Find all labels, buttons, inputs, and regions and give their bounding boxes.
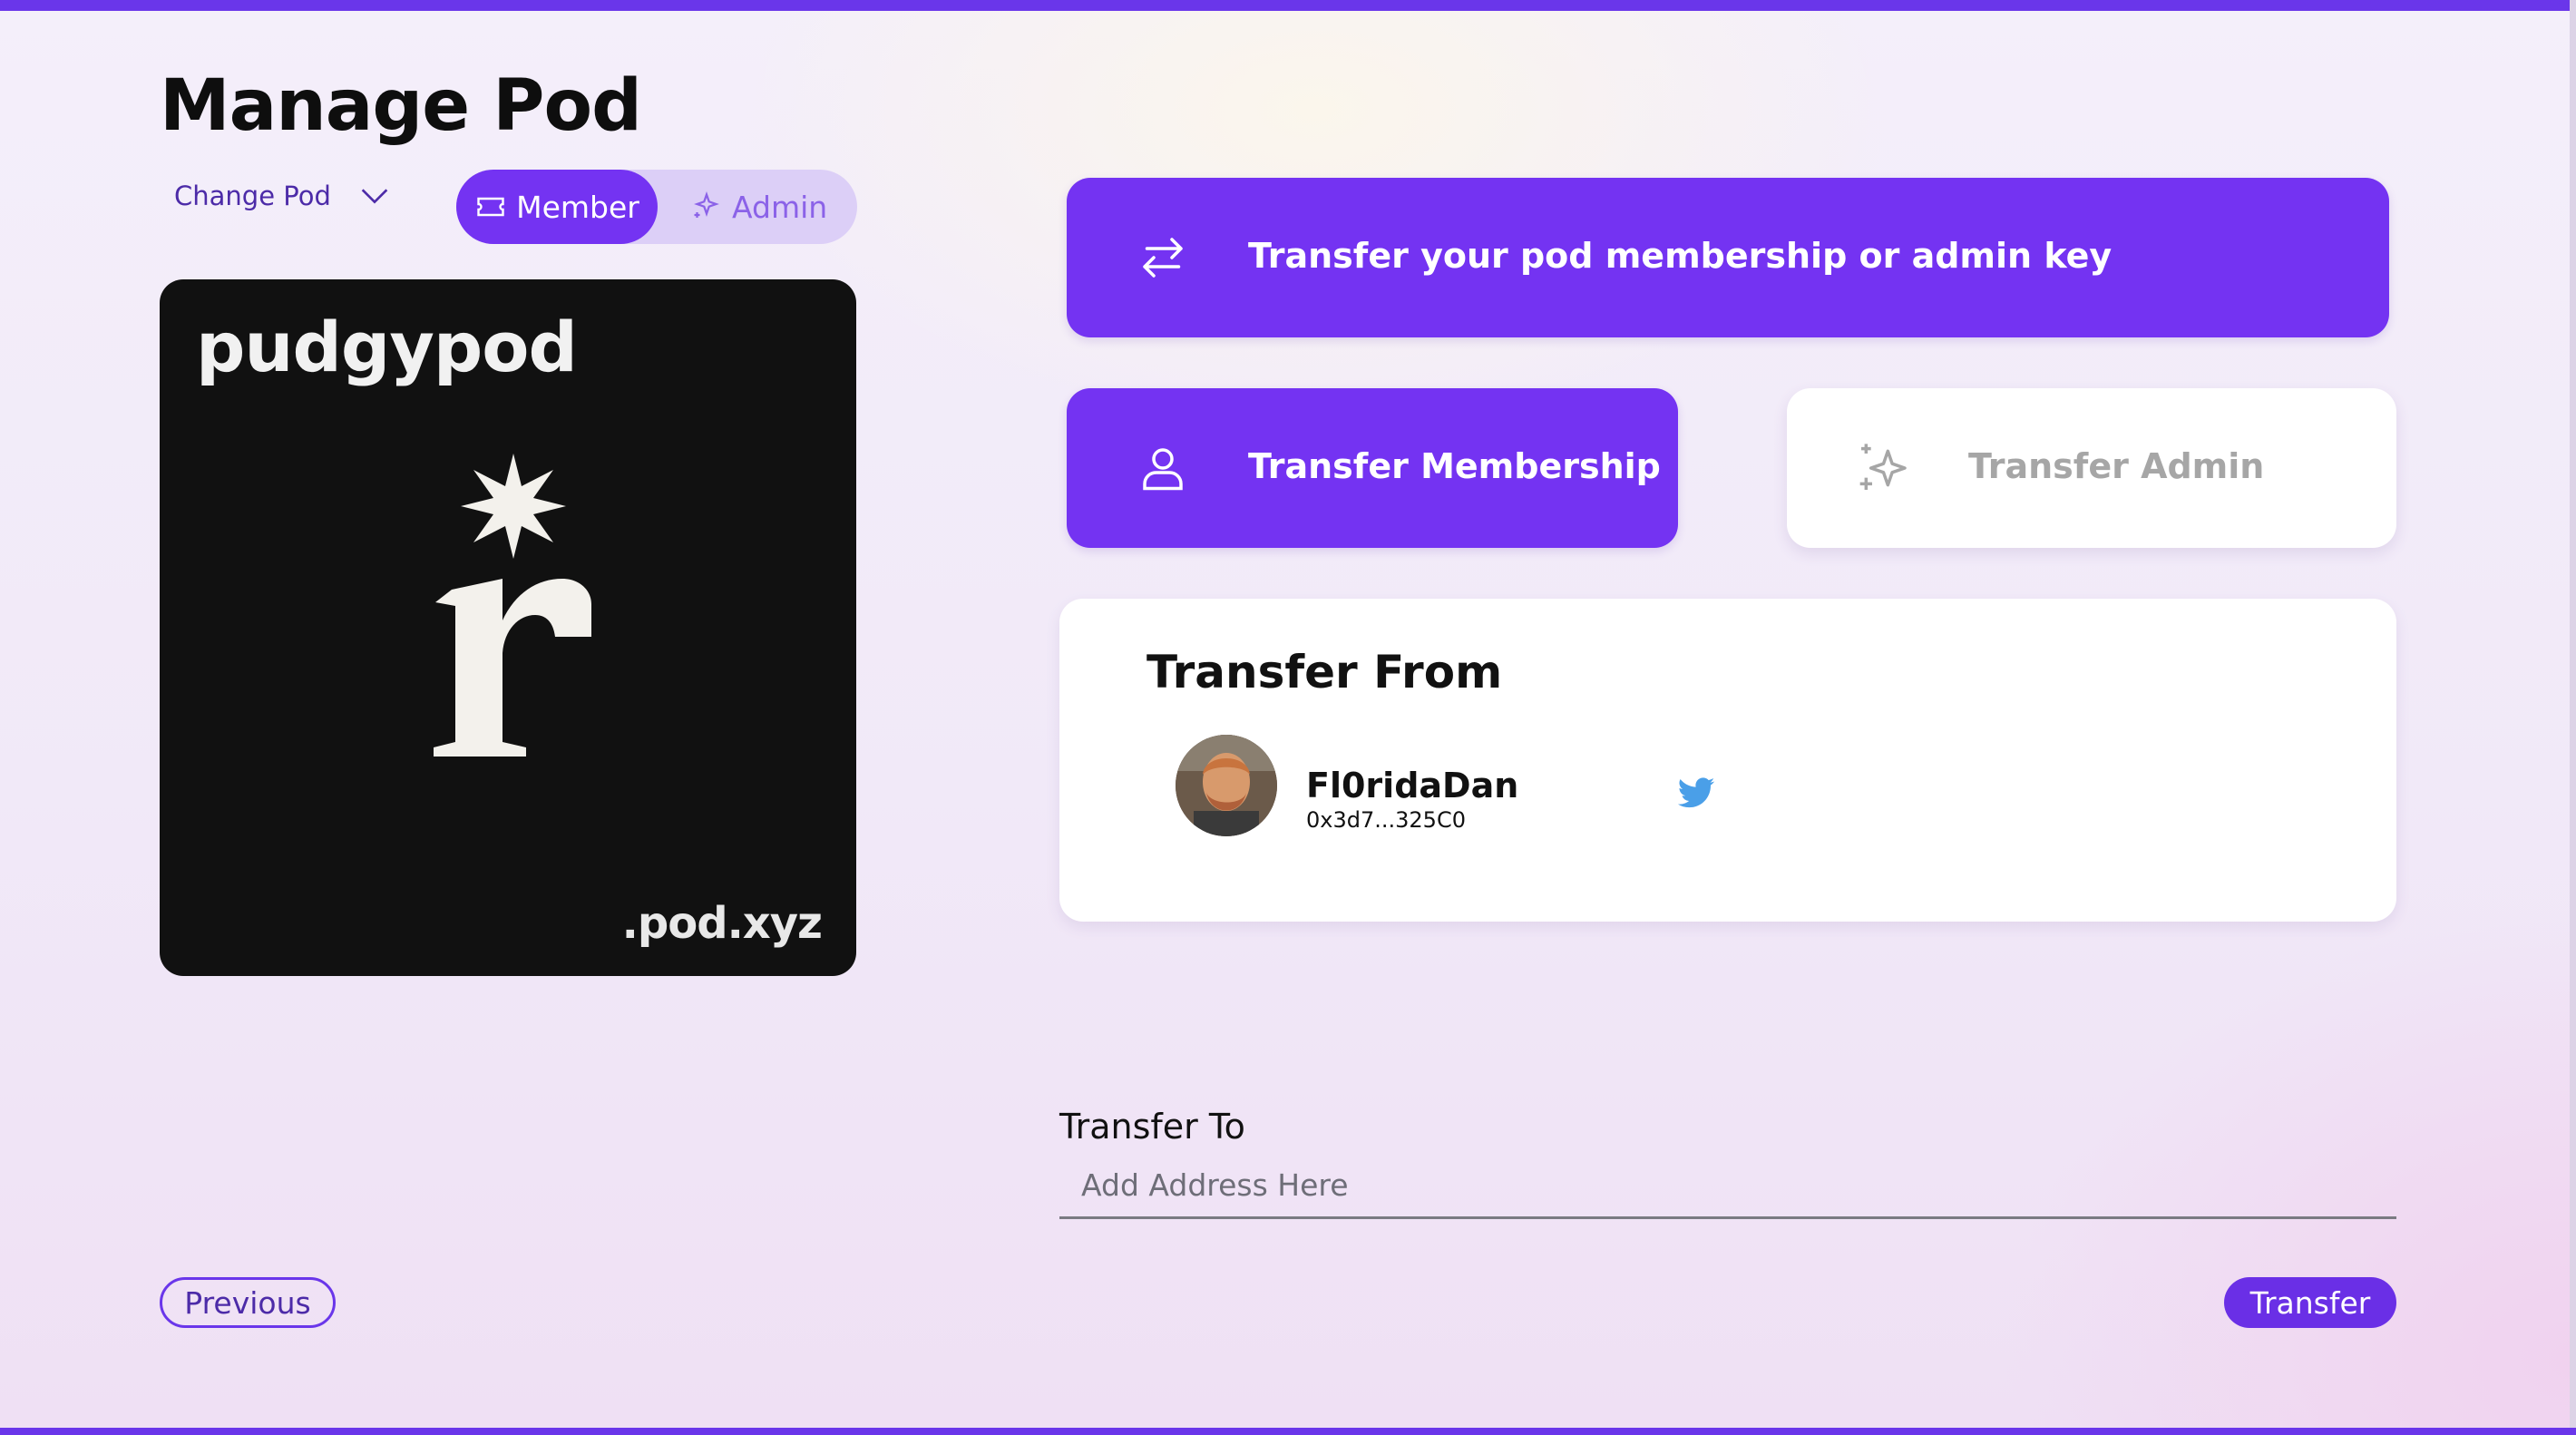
scrollbar[interactable] [2570, 0, 2576, 1435]
sparkle-icon [694, 191, 719, 218]
transfer-membership-label: Transfer Membership [1248, 446, 1661, 486]
chevron-down-icon [361, 189, 388, 204]
previous-button[interactable]: Previous [160, 1277, 336, 1328]
change-pod-label: Change Pod [174, 181, 331, 211]
transfer-button[interactable]: Transfer [2224, 1277, 2396, 1328]
transfer-from-title: Transfer From [1147, 646, 1503, 698]
user-icon [1143, 448, 1183, 491]
role-admin-label: Admin [732, 189, 828, 225]
twitter-icon[interactable] [1676, 773, 1716, 813]
pod-name: pudgypod [196, 307, 578, 387]
sparkles-icon [1859, 444, 1907, 490]
role-member-label: Member [516, 189, 639, 225]
transfer-key-button[interactable]: Transfer your pod membership or admin ke… [1067, 178, 2389, 337]
top-accent-bar [0, 0, 2576, 11]
bottom-accent-bar [0, 1428, 2576, 1435]
pod-logo [434, 454, 591, 757]
user-name: Fl0ridaDan [1306, 766, 1519, 805]
transfer-from-card: Transfer From Fl0ridaDan 0x3d7...325C0 [1059, 599, 2396, 922]
user-address: 0x3d7...325C0 [1306, 807, 1466, 833]
transfer-to-label: Transfer To [1059, 1107, 1245, 1147]
ticket-icon [477, 197, 504, 217]
transfer-key-label: Transfer your pod membership or admin ke… [1248, 236, 2113, 276]
pod-domain: .pod.xyz [621, 898, 823, 949]
page-title: Manage Pod [160, 65, 642, 147]
transfer-to-address-input[interactable] [1059, 1154, 2396, 1219]
transfer-admin-button[interactable]: Transfer Admin [1787, 388, 2396, 548]
arrows-swap-icon [1143, 238, 1183, 278]
change-pod-dropdown[interactable]: Change Pod [174, 178, 393, 214]
pod-card: pudgypod .pod.xyz [160, 279, 856, 976]
transfer-membership-button[interactable]: Transfer Membership [1067, 388, 1678, 548]
transfer-admin-label: Transfer Admin [1968, 446, 2265, 486]
role-toggle: Member Admin [456, 170, 857, 244]
role-member-tab[interactable]: Member [456, 170, 658, 244]
role-admin-tab[interactable]: Admin [690, 170, 844, 244]
avatar [1176, 735, 1277, 836]
